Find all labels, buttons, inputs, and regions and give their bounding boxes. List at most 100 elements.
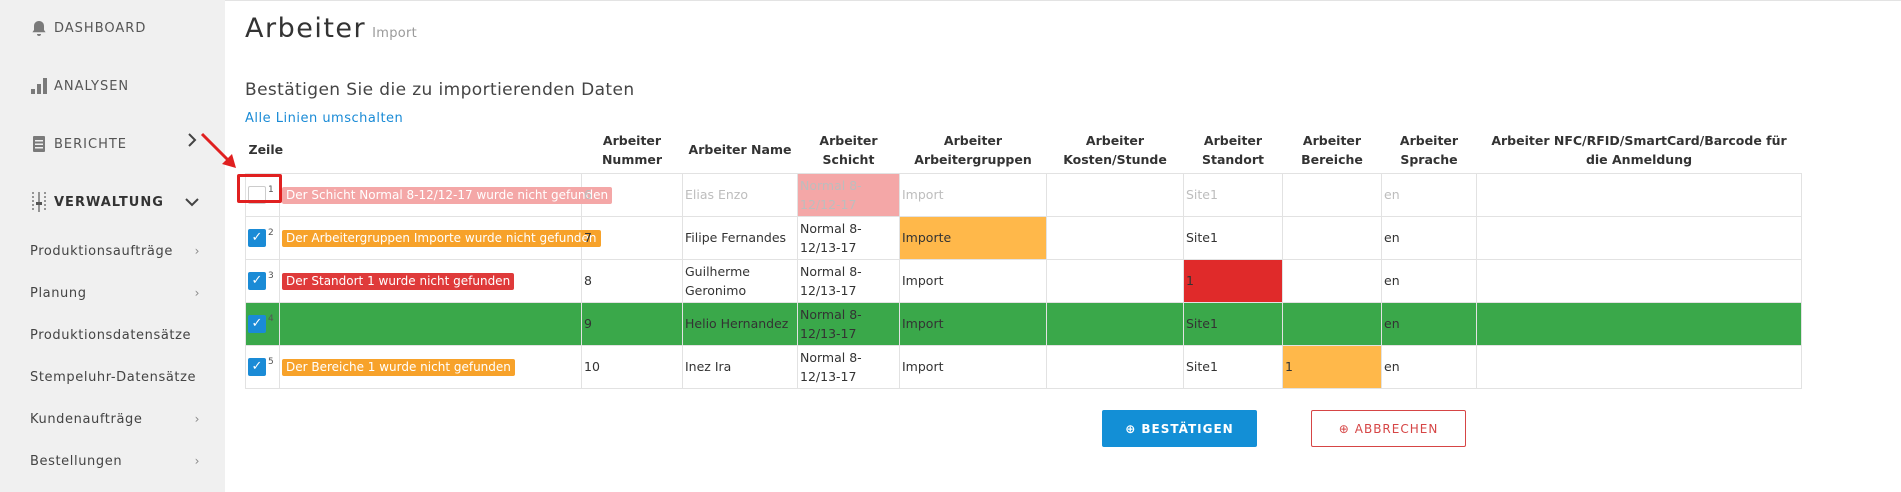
page-title-text: Arbeiter bbox=[245, 13, 367, 44]
nav-berichte[interactable]: BERICHTE bbox=[28, 133, 198, 155]
sliders-icon bbox=[28, 191, 50, 213]
col-header-standort: Arbeiter Standort bbox=[1202, 132, 1264, 167]
row-checkbox[interactable]: ✓ bbox=[248, 358, 266, 377]
nav-dashboard[interactable]: DASHBOARD bbox=[28, 17, 146, 39]
cell-nummer: 8 bbox=[581, 258, 683, 303]
cell-name: Filipe Fernandes bbox=[682, 215, 798, 260]
sidebar-item-label: Produktionsdatensätze bbox=[30, 328, 192, 343]
confirm-button[interactable]: ⊕ BESTÄTIGEN bbox=[1102, 410, 1257, 447]
cell-sprache: en bbox=[1381, 172, 1477, 217]
cell-nfc bbox=[1476, 172, 1802, 217]
sidebar-item-planung[interactable]: Planung › bbox=[30, 286, 200, 301]
cell-schicht: Normal 8-12/13-17 bbox=[797, 344, 900, 389]
cell-nummer: 10 bbox=[581, 344, 683, 389]
cancel-button[interactable]: ⊕ ABBRECHEN bbox=[1311, 410, 1466, 447]
cell-name: Inez Ira bbox=[682, 344, 798, 389]
error-badge: Der Bereiche 1 wurde nicht gefunden bbox=[282, 359, 515, 376]
row-error-cell bbox=[279, 301, 582, 346]
col-header-sprache: Arbeiter Sprache bbox=[1399, 132, 1459, 167]
cell-sprache: en bbox=[1381, 258, 1477, 303]
bell-icon bbox=[28, 17, 50, 39]
cell-schicht: Normal 8-12/13-17 bbox=[797, 301, 900, 346]
sidebar-item-label: Kundenaufträge bbox=[30, 412, 143, 427]
cell-bereiche bbox=[1282, 301, 1382, 346]
sidebar-item-label: Bestellungen bbox=[30, 454, 123, 469]
cell-nfc bbox=[1476, 344, 1802, 389]
table-row: ✓ 2 Der Arbeitergruppen Importe wurde nic… bbox=[245, 215, 1802, 260]
cell-sprache: en bbox=[1381, 344, 1477, 389]
cell-nummer: 9 bbox=[581, 301, 683, 346]
cell-standort: Site1 bbox=[1183, 215, 1283, 260]
confirm-icon: ⊕ bbox=[1125, 421, 1137, 436]
col-header-nummer: Arbeiter Nummer bbox=[601, 132, 663, 167]
cell-nfc bbox=[1476, 258, 1802, 303]
row-checkbox[interactable]: ✓ bbox=[248, 229, 266, 248]
cell-standort: Site1 bbox=[1183, 344, 1283, 389]
row-number: 5 bbox=[268, 356, 274, 367]
row-checkbox[interactable]: ✓ bbox=[248, 315, 266, 334]
sidebar-item-produktionsauftraege[interactable]: Produktionsaufträge › bbox=[30, 244, 200, 259]
table-row: ✓ 5 Der Bereiche 1 wurde nicht gefunden 1… bbox=[245, 344, 1802, 389]
cell-schicht: Normal 8-12/13-17 bbox=[797, 215, 900, 260]
row-number: 4 bbox=[268, 313, 274, 324]
cell-standort: Site1 bbox=[1183, 172, 1283, 217]
sidebar-item-produktionsdatensaetze[interactable]: Produktionsdatensätze bbox=[30, 328, 200, 343]
chevron-right-icon: › bbox=[194, 412, 200, 426]
error-badge: Der Schicht Normal 8-12/12-17 wurde nich… bbox=[282, 187, 613, 204]
sidebar-item-label: Stempeluhr-Datensätze bbox=[30, 370, 197, 385]
document-icon bbox=[28, 133, 50, 155]
row-number: 3 bbox=[268, 270, 274, 281]
bar-chart-icon bbox=[28, 75, 50, 97]
col-header-zeile: Zeile bbox=[248, 142, 284, 158]
row-error-cell: Der Standort 1 wurde nicht gefunden bbox=[279, 258, 582, 303]
col-header-nfc: Arbeiter NFC/RFID/SmartCard/Barcode für … bbox=[1491, 132, 1787, 167]
chevron-right-icon[interactable] bbox=[187, 133, 197, 151]
cancel-label: ABBRECHEN bbox=[1354, 421, 1439, 436]
annotation-arrow-icon bbox=[200, 132, 236, 168]
cell-nfc bbox=[1476, 215, 1802, 260]
cell-bereiche bbox=[1282, 215, 1382, 260]
cell-kosten bbox=[1046, 344, 1184, 389]
nav-verwaltung[interactable]: VERWALTUNG bbox=[28, 191, 164, 213]
import-table: Zeile Arbeiter Nummer Arbeiter Name Arbe… bbox=[245, 127, 1802, 389]
nav-verwaltung-label: VERWALTUNG bbox=[54, 194, 164, 210]
row-select-cell: ✓ 4 bbox=[245, 301, 280, 346]
cell-gruppen: Import bbox=[899, 172, 1047, 217]
row-select-cell: ✓ 3 bbox=[245, 258, 280, 303]
cell-bereiche bbox=[1282, 258, 1382, 303]
table-header: Zeile Arbeiter Nummer Arbeiter Name Arbe… bbox=[246, 127, 1802, 173]
cell-bereiche bbox=[1282, 172, 1382, 217]
cell-gruppen: Import bbox=[899, 301, 1047, 346]
cell-bereiche: 1 bbox=[1282, 344, 1382, 389]
sidebar: DASHBOARD ANALYSEN BERICHTE VERWALTUNG P… bbox=[0, 0, 225, 492]
nav-analysen[interactable]: ANALYSEN bbox=[28, 75, 129, 97]
page-title: Arbeiter Import bbox=[245, 13, 417, 44]
sidebar-item-label: Planung bbox=[30, 286, 87, 301]
row-checkbox[interactable]: ✓ bbox=[248, 272, 266, 291]
sidebar-item-bestellungen[interactable]: Bestellungen › bbox=[30, 454, 200, 469]
col-header-name: Arbeiter Name bbox=[688, 142, 792, 158]
cell-kosten bbox=[1046, 215, 1184, 260]
table-row: ✓ 3 Der Standort 1 wurde nicht gefunden 8… bbox=[245, 258, 1802, 303]
chevron-right-icon: › bbox=[194, 454, 200, 468]
error-badge: Der Standort 1 wurde nicht gefunden bbox=[282, 273, 515, 290]
toggle-all-link[interactable]: Alle Linien umschalten bbox=[245, 111, 403, 126]
confirm-label: BESTÄTIGEN bbox=[1141, 421, 1234, 436]
row-number: 2 bbox=[268, 227, 274, 238]
nav-analysen-label: ANALYSEN bbox=[54, 78, 130, 94]
cell-kosten bbox=[1046, 258, 1184, 303]
col-header-schicht: Arbeiter Schicht bbox=[819, 132, 878, 167]
sidebar-item-stempeluhr[interactable]: Stempeluhr-Datensätze bbox=[30, 370, 200, 385]
nav-dashboard-label: DASHBOARD bbox=[54, 20, 147, 36]
cell-schicht: Normal 8-12/13-17 bbox=[797, 258, 900, 303]
main-content: Arbeiter Import Bestätigen Sie die zu imp… bbox=[225, 0, 1901, 492]
cell-kosten bbox=[1046, 172, 1184, 217]
cell-standort: 1 bbox=[1183, 258, 1283, 303]
cell-name: Elias Enzo bbox=[682, 172, 798, 217]
table-row: ✓ 4 9 Helio Hernandez Normal 8-12/13-17 I… bbox=[245, 301, 1802, 346]
cancel-icon: ⊕ bbox=[1338, 421, 1350, 436]
sidebar-item-kundenauftraege[interactable]: Kundenaufträge › bbox=[30, 412, 200, 427]
chevron-down-icon[interactable] bbox=[185, 195, 199, 211]
row-error-cell: Der Bereiche 1 wurde nicht gefunden bbox=[279, 344, 582, 389]
cell-sprache: en bbox=[1381, 215, 1477, 260]
